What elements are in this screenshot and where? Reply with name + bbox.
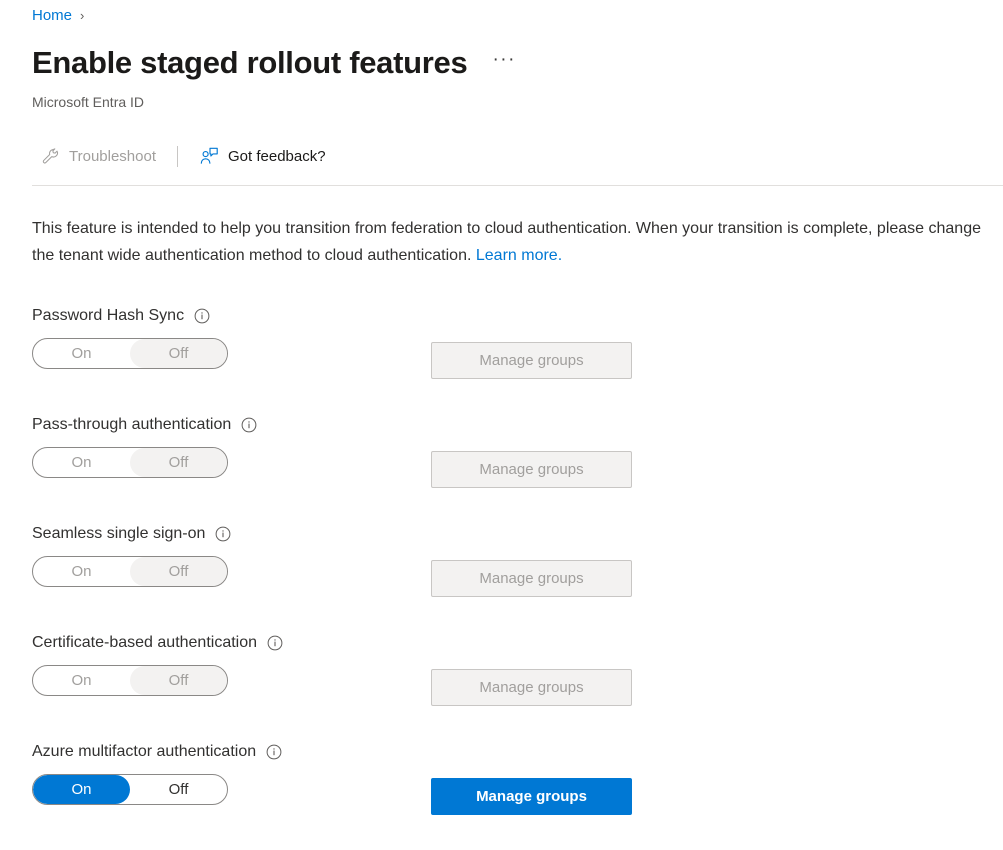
toggle-option-on[interactable]: On [33,448,130,477]
breadcrumb-home-link[interactable]: Home [32,6,72,26]
manage-groups-button[interactable]: Manage groups [431,451,632,488]
command-bar-bottom-divider [32,185,1003,186]
toggle-option-off[interactable]: Off [130,448,227,477]
command-bar: Troubleshoot Got feedback? [32,138,334,174]
manage-groups-button[interactable]: Manage groups [431,560,632,597]
wrench-icon [40,146,60,166]
feature-toggle[interactable]: On Off [32,774,228,805]
feature-row: Password Hash Sync On Off Manage groups [0,305,1003,414]
feature-label: Seamless single sign-on [32,523,205,545]
feature-toggle[interactable]: On Off [32,556,228,587]
feature-list: Password Hash Sync On Off Manage groups … [0,305,1003,850]
got-feedback-button[interactable]: Got feedback? [191,138,334,174]
toggle-option-on[interactable]: On [33,775,130,804]
toggle-option-off[interactable]: Off [130,557,227,586]
manage-groups-button[interactable]: Manage groups [431,778,632,815]
feature-label: Certificate-based authentication [32,632,257,654]
breadcrumb: Home › [32,6,84,26]
manage-groups-button[interactable]: Manage groups [431,669,632,706]
feature-label: Pass-through authentication [32,414,231,436]
feature-label: Azure multifactor authentication [32,741,256,763]
troubleshoot-label: Troubleshoot [69,148,156,165]
toggle-option-off[interactable]: Off [130,775,227,804]
toggle-option-off[interactable]: Off [130,666,227,695]
info-icon[interactable] [194,308,210,324]
feature-row: Certificate-based authentication On Off … [0,632,1003,741]
feature-row: Pass-through authentication On Off Manag… [0,414,1003,523]
feature-label-row: Certificate-based authentication [32,632,283,654]
feature-toggle[interactable]: On Off [32,338,228,369]
page-title: Enable staged rollout features [32,43,467,83]
learn-more-link[interactable]: Learn more. [476,247,562,264]
troubleshoot-button[interactable]: Troubleshoot [32,138,164,174]
feature-label-row: Azure multifactor authentication [32,741,282,763]
manage-groups-button[interactable]: Manage groups [431,342,632,379]
info-icon[interactable] [215,526,231,542]
feature-label: Password Hash Sync [32,305,184,327]
chevron-right-icon: › [80,6,84,26]
command-bar-divider [177,146,178,167]
info-icon[interactable] [267,635,283,651]
feature-label-row: Seamless single sign-on [32,523,231,545]
feature-row: Azure multifactor authentication On Off … [0,741,1003,850]
got-feedback-label: Got feedback? [228,148,326,165]
feedback-person-icon [199,146,219,166]
feature-row: Seamless single sign-on On Off Manage gr… [0,523,1003,632]
page-title-row: Enable staged rollout features ··· [32,43,519,83]
more-options-icon[interactable]: ··· [489,47,518,79]
toggle-option-on[interactable]: On [33,557,130,586]
feature-label-row: Pass-through authentication [32,414,257,436]
toggle-option-off[interactable]: Off [130,339,227,368]
page-subtitle: Microsoft Entra ID [32,92,144,112]
feature-toggle[interactable]: On Off [32,665,228,696]
info-icon[interactable] [241,417,257,433]
info-icon[interactable] [266,744,282,760]
feature-label-row: Password Hash Sync [32,305,210,327]
toggle-option-on[interactable]: On [33,339,130,368]
feature-toggle[interactable]: On Off [32,447,228,478]
toggle-option-on[interactable]: On [33,666,130,695]
description-text: This feature is intended to help you tra… [32,215,982,269]
